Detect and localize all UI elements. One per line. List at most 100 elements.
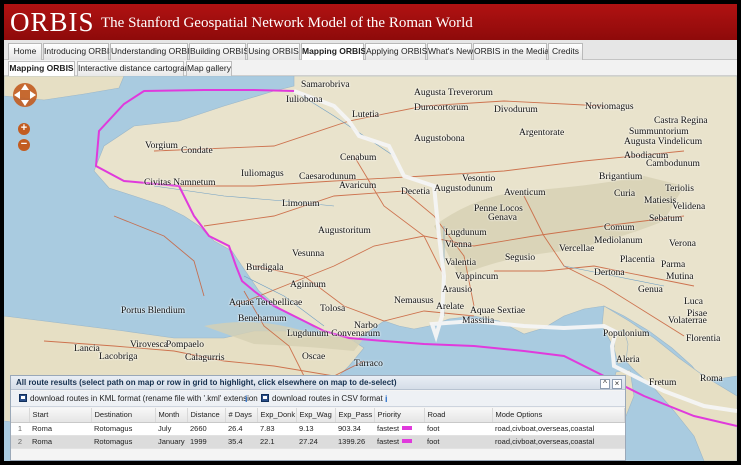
map-label: Vorgium — [145, 141, 178, 151]
column-header-index — [11, 408, 30, 423]
cell-road: foot — [424, 435, 492, 449]
map-label: Dertona — [594, 268, 625, 278]
map-label: Augusta Treverorum — [414, 88, 493, 98]
site-tagline: The Stanford Geospatial Network Model of… — [101, 15, 473, 31]
floppy-disk-icon — [19, 394, 27, 402]
table-row[interactable]: 1 Roma Rotomagus July 2660 26.4 7.83 9.1… — [11, 422, 625, 436]
map-label: Virovesca — [130, 340, 168, 350]
info-icon[interactable]: i — [385, 394, 391, 404]
map-label: Burdigala — [246, 263, 284, 273]
priority-text: fastest — [377, 437, 400, 446]
cell-distance: 2660 — [187, 422, 225, 436]
map-label: Samarobriva — [301, 80, 350, 90]
tab-home[interactable]: Home — [8, 43, 42, 60]
sub-nav: Mapping ORBIS Interactive distance carto… — [4, 60, 737, 76]
map-label: Brigantium — [599, 172, 643, 182]
cell-mode-options: road,civboat,overseas,coastal — [492, 435, 625, 449]
tab-building-orbis[interactable]: Building ORBIS — [189, 43, 249, 60]
map-label: Roma — [700, 374, 723, 384]
column-header-days[interactable]: # Days — [225, 408, 258, 423]
tab-introducing-orbis[interactable]: Introducing ORBIS — [43, 43, 115, 60]
column-header-start[interactable]: Start — [29, 408, 92, 423]
table-header-row: Start Destination Month Distance # Days … — [11, 408, 625, 423]
tab-whats-new[interactable]: What's New — [427, 43, 473, 60]
table-row[interactable]: 2 Roma Rotomagus January 1999 35.4 22.1 … — [11, 435, 625, 449]
map-label: Oscae — [302, 352, 326, 362]
main-nav: Home Introducing ORBIS Understanding ORB… — [4, 40, 737, 61]
map-label: Verona — [669, 239, 696, 249]
map-label: Tolosa — [320, 304, 346, 314]
column-header-destination[interactable]: Destination — [91, 408, 156, 423]
tab-orbis-in-the-media[interactable]: ORBIS in the Media — [473, 43, 549, 60]
route-color-swatch — [402, 426, 413, 430]
map-label: Cenabum — [340, 153, 377, 163]
map-label: Cambodunum — [646, 159, 700, 169]
map-label: Augustoritum — [318, 226, 371, 236]
download-csv-button[interactable]: download routes in CSV format — [261, 391, 383, 407]
tab-credits[interactable]: Credits — [548, 43, 583, 60]
download-kml-button[interactable]: download routes in KML format (rename fi… — [19, 391, 258, 407]
pan-control[interactable] — [11, 80, 39, 110]
cell-exp-donk: 7.83 — [257, 422, 296, 436]
subtab-map-gallery[interactable]: Map gallery — [186, 61, 232, 76]
map-label: Civitas Namnetum — [144, 178, 216, 188]
map-label: Mutina — [666, 272, 694, 282]
map-label: Decetia — [401, 187, 431, 197]
map-label: Augustobona — [414, 134, 465, 144]
map-label: Placentia — [620, 255, 655, 265]
column-header-exp-donk[interactable]: Exp_Donk — [257, 408, 297, 423]
orbis-logo[interactable]: ORBIS — [10, 7, 95, 38]
map-label: Segusio — [505, 253, 536, 263]
map-label: Genua — [638, 285, 663, 295]
map-label: Curia — [614, 189, 636, 199]
cell-mode-options: road,civboat,overseas,coastal — [492, 422, 625, 436]
cell-destination: Rotomagus — [91, 435, 155, 449]
cell-exp-wag: 9.13 — [296, 422, 335, 436]
subtab-distance-cartogram[interactable]: Interactive distance cartogram — [77, 61, 192, 76]
cell-start: Roma — [29, 422, 91, 436]
map-label: Iuliobona — [286, 95, 323, 105]
column-header-road[interactable]: Road — [424, 408, 493, 423]
map-label: Aventicum — [504, 188, 546, 198]
minimize-icon[interactable]: ^ — [600, 379, 610, 389]
map-label: Portus Blendium — [121, 306, 186, 316]
map-label: Limonum — [282, 199, 320, 209]
zoom-in-button[interactable]: + — [18, 123, 30, 135]
map-label: Avaricum — [339, 181, 377, 191]
column-header-month[interactable]: Month — [155, 408, 188, 423]
map-label: Velidena — [672, 202, 706, 212]
floppy-disk-icon — [261, 394, 269, 402]
subtab-mapping-orbis[interactable]: Mapping ORBIS — [8, 61, 75, 76]
browser-frame: ORBIS The Stanford Geospatial Network Mo… — [4, 4, 737, 461]
cell-road: foot — [424, 422, 492, 436]
column-header-exp-pass[interactable]: Exp_Pass — [335, 408, 375, 423]
close-icon[interactable]: × — [612, 379, 622, 389]
column-header-mode-options[interactable]: Mode Options — [492, 408, 625, 423]
download-kml-label: download routes in KML format (rename fi… — [30, 394, 258, 403]
zoom-out-button[interactable]: − — [18, 139, 30, 151]
map-label: Arelate — [436, 302, 464, 312]
cell-destination: Rotomagus — [91, 422, 155, 436]
tab-applying-orbis[interactable]: Applying ORBIS — [365, 43, 427, 60]
tab-understanding-orbis[interactable]: Understanding ORBIS — [110, 43, 195, 60]
tab-mapping-orbis[interactable]: Mapping ORBIS — [301, 43, 366, 61]
priority-text: fastest — [377, 424, 400, 433]
results-panel-title: All route results (select path on map or… — [11, 376, 625, 390]
info-icon[interactable]: i — [245, 394, 251, 404]
map-label: Lugdunum — [445, 228, 487, 238]
cell-days: 35.4 — [225, 435, 257, 449]
column-header-distance[interactable]: Distance — [187, 408, 226, 423]
map-label: Florentia — [686, 334, 721, 344]
map-label: Argentorate — [519, 128, 565, 138]
map-label: Arausio — [442, 285, 473, 295]
map-label: Castra Regina — [654, 116, 708, 126]
map-label: Aginnum — [290, 280, 326, 290]
map-label: Augustodunum — [434, 184, 493, 194]
column-header-priority[interactable]: Priority — [374, 408, 425, 423]
map-label: Condate — [181, 146, 213, 156]
tab-using-orbis[interactable]: Using ORBIS — [247, 43, 300, 60]
route-results-panel: All route results (select path on map or… — [10, 375, 626, 461]
column-header-exp-wag[interactable]: Exp_Wag — [296, 408, 336, 423]
cell-start: Roma — [29, 435, 91, 449]
cell-month: January — [155, 435, 187, 449]
